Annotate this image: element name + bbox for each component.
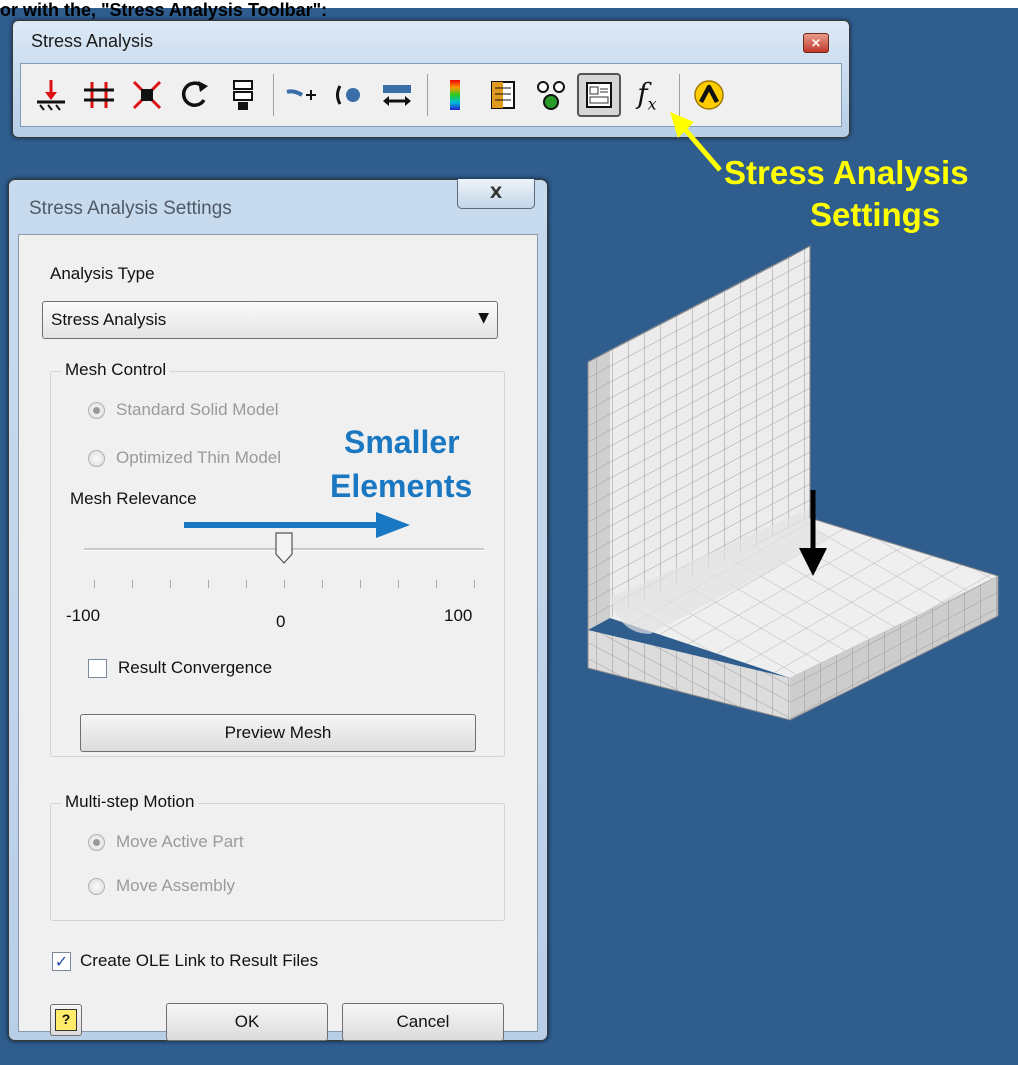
slider-tick bbox=[170, 580, 171, 588]
toolbar-separator bbox=[427, 74, 428, 116]
force-button[interactable] bbox=[327, 73, 371, 117]
pressure-button[interactable] bbox=[279, 73, 323, 117]
slider-mid-label: 0 bbox=[276, 612, 286, 631]
ole-link-checkbox[interactable]: ✓ bbox=[52, 952, 71, 971]
animate-results-icon bbox=[537, 81, 565, 110]
result-convergence-checkbox[interactable] bbox=[88, 659, 107, 678]
color-bar-button[interactable] bbox=[433, 73, 477, 117]
pin-constraint-icon bbox=[84, 82, 114, 108]
report-icon bbox=[491, 81, 515, 109]
cancel-button[interactable]: Cancel bbox=[342, 1003, 504, 1041]
annotation-arrow-right bbox=[184, 512, 410, 538]
ole-link-label: Create OLE Link to Result Files bbox=[80, 951, 319, 970]
slider-tick bbox=[246, 580, 247, 588]
dropdown-arrow-icon: ▼ bbox=[478, 310, 489, 326]
update-icon bbox=[694, 80, 724, 110]
pin-constraint-button[interactable] bbox=[77, 73, 121, 117]
fx-subscript: x bbox=[647, 94, 657, 114]
moment-button[interactable] bbox=[173, 73, 217, 117]
annotation-elements: Elements bbox=[330, 468, 473, 504]
color-bar-icon bbox=[450, 80, 460, 110]
slider-tick bbox=[474, 580, 475, 588]
annotation-smaller: Smaller bbox=[344, 424, 460, 460]
frictionless-constraint-icon bbox=[132, 80, 162, 110]
multi-step-motion-group: Multi-step Motion bbox=[50, 792, 505, 921]
mesh-relevance-label: Mesh Relevance bbox=[70, 489, 197, 508]
bearing-load-button[interactable] bbox=[221, 73, 265, 117]
slider-tick bbox=[132, 580, 133, 588]
slider-tick bbox=[360, 580, 361, 588]
body-load-button[interactable] bbox=[375, 73, 419, 117]
slider-max-label: 100 bbox=[444, 606, 473, 625]
bearing-load-icon bbox=[233, 80, 253, 110]
move-assembly-label: Move Assembly bbox=[116, 876, 236, 895]
stress-analysis-settings-button[interactable] bbox=[577, 73, 621, 117]
slider-tick bbox=[436, 580, 437, 588]
standard-solid-model-radio[interactable] bbox=[88, 402, 105, 419]
optimized-thin-model-radio[interactable] bbox=[88, 450, 105, 467]
pressure-icon bbox=[286, 89, 316, 100]
move-active-part-radio[interactable] bbox=[88, 834, 105, 851]
help-button[interactable]: ? bbox=[50, 1004, 82, 1036]
fixed-constraint-button[interactable] bbox=[29, 73, 73, 117]
move-active-part-label: Move Active Part bbox=[116, 832, 244, 851]
force-icon bbox=[336, 85, 360, 105]
fixed-constraint-icon bbox=[37, 80, 65, 111]
callout-settings-line1: Stress Analysis bbox=[724, 154, 969, 191]
standard-solid-model-label: Standard Solid Model bbox=[116, 400, 279, 419]
ok-button[interactable]: OK bbox=[166, 1003, 328, 1041]
dialog-title: Stress Analysis Settings bbox=[29, 198, 232, 219]
slider-tick bbox=[94, 580, 95, 588]
parameters-fx-icon: fx bbox=[637, 77, 656, 114]
analysis-type-dropdown[interactable]: Stress Analysis ▼ bbox=[42, 301, 498, 339]
moment-icon bbox=[181, 81, 208, 107]
desktop-background: or with the, "Stress Analysis Toolbar": … bbox=[0, 0, 1018, 1065]
animate-results-button[interactable] bbox=[529, 73, 573, 117]
toolbar-close-button[interactable]: × bbox=[803, 33, 829, 53]
slider-min-label: -100 bbox=[66, 606, 101, 625]
analysis-type-value: Stress Analysis bbox=[51, 310, 167, 329]
body-load-icon bbox=[383, 85, 411, 106]
fx-glyph: f bbox=[637, 76, 648, 110]
caption-text: or with the, "Stress Analysis Toolbar": bbox=[0, 0, 328, 20]
analysis-type-label: Analysis Type bbox=[50, 264, 155, 283]
slider-tick bbox=[284, 580, 285, 588]
optimized-thin-model-label: Optimized Thin Model bbox=[116, 448, 282, 467]
dialog-close-button[interactable]: X bbox=[457, 179, 535, 209]
meshed-bracket-model bbox=[587, 245, 999, 721]
result-convergence-label: Result Convergence bbox=[118, 658, 273, 677]
move-assembly-radio[interactable] bbox=[88, 878, 105, 895]
preview-mesh-button[interactable]: Preview Mesh bbox=[80, 714, 476, 752]
frictionless-constraint-button[interactable] bbox=[125, 73, 169, 117]
callout-settings-line2: Settings bbox=[810, 196, 941, 233]
slider-tick bbox=[208, 580, 209, 588]
mesh-control-legend: Mesh Control bbox=[61, 360, 171, 380]
stress-analysis-settings-icon bbox=[586, 82, 612, 108]
toolbar-separator bbox=[273, 74, 274, 116]
slider-tick bbox=[398, 580, 399, 588]
help-icon: ? bbox=[55, 1008, 77, 1031]
toolbar-title: Stress Analysis bbox=[31, 31, 154, 51]
report-button[interactable] bbox=[481, 73, 525, 117]
slider-tick bbox=[322, 580, 323, 588]
multi-step-motion-legend: Multi-step Motion bbox=[61, 792, 199, 812]
